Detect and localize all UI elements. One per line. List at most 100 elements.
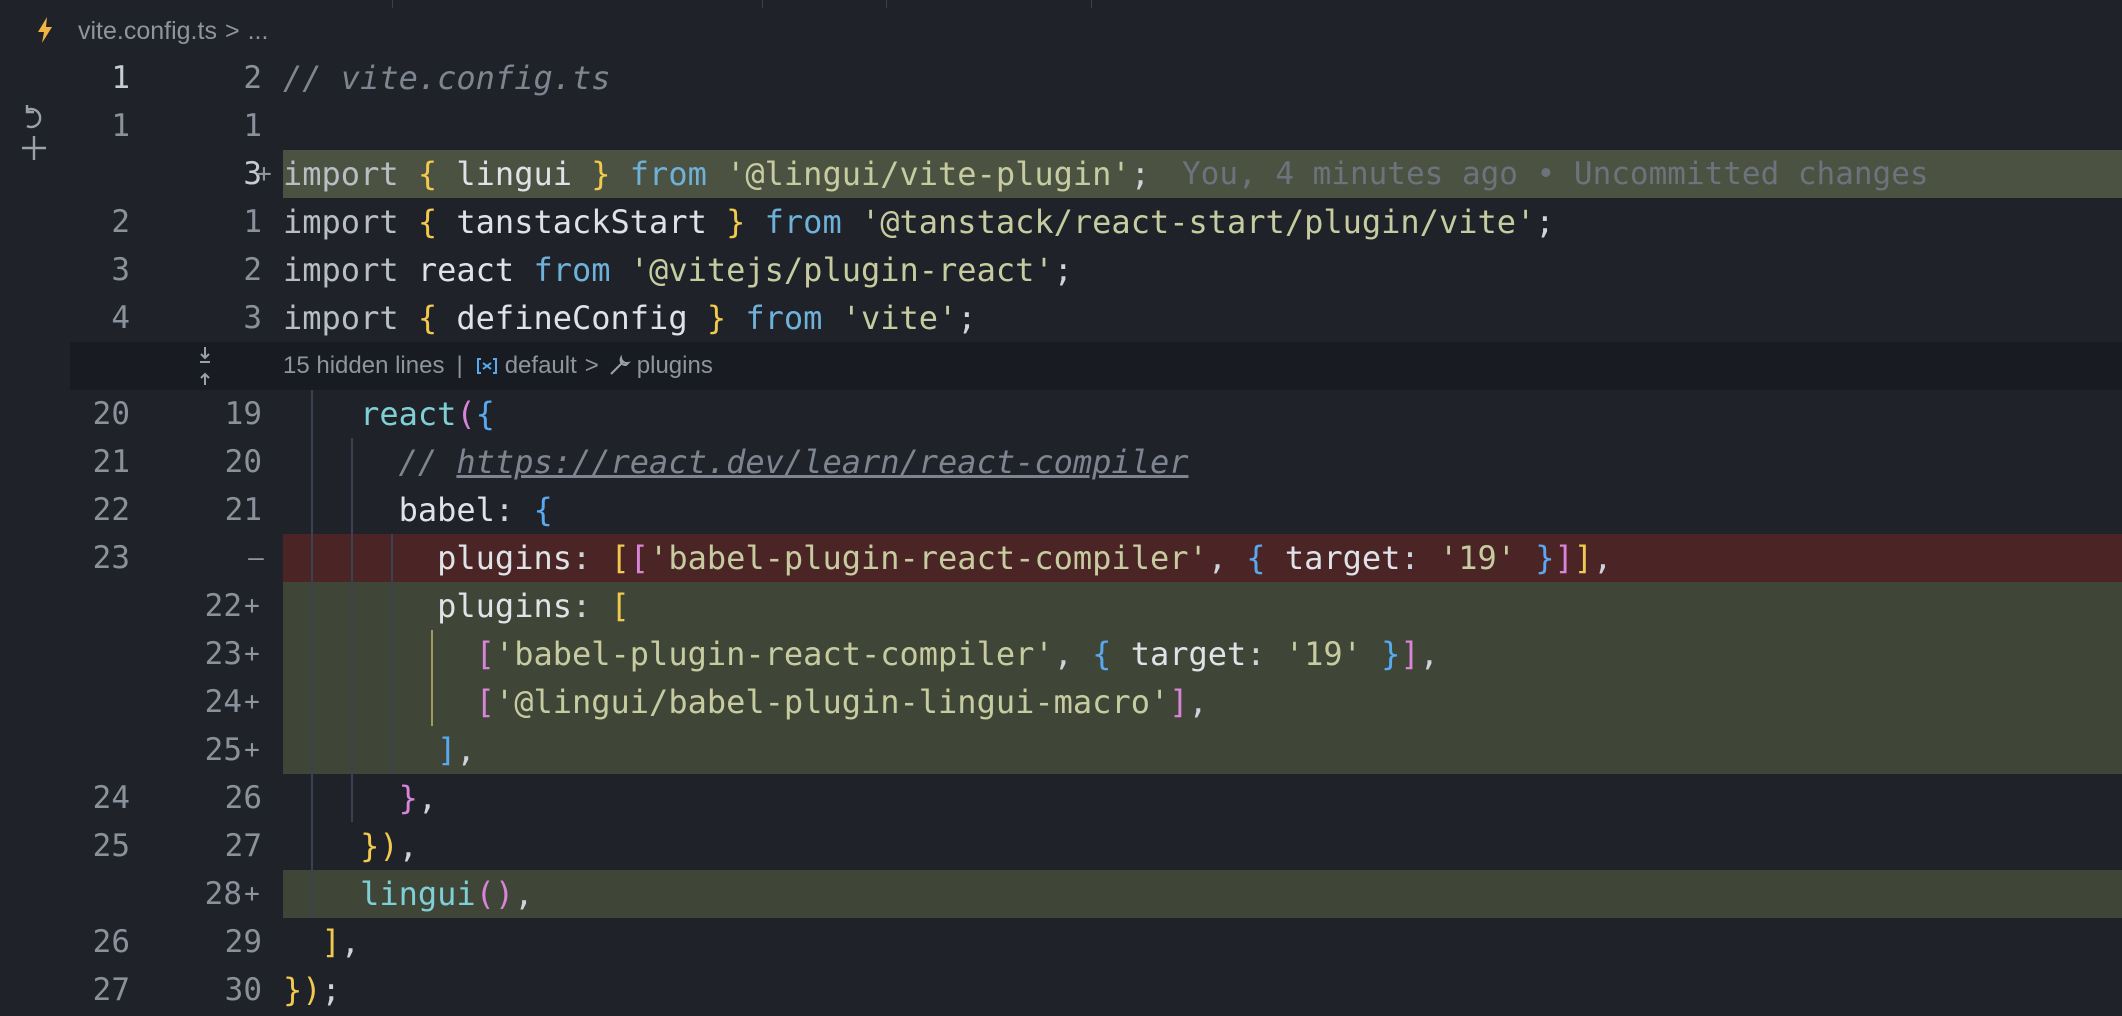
revert-change-icon[interactable]	[18, 102, 50, 134]
old-line-number: 3	[111, 252, 130, 288]
added-marker: +	[244, 591, 260, 621]
chevron-right-icon: >	[224, 16, 240, 45]
diff-marker	[240, 102, 272, 150]
breadcrumb-file[interactable]: vite.config.ts	[78, 17, 217, 46]
tab-divider	[762, 0, 763, 8]
new-line-number: 28	[204, 876, 242, 912]
code-text[interactable]: import { defineConfig } from 'vite';	[283, 294, 977, 342]
tab-divider	[886, 0, 887, 8]
code-text[interactable]: plugins: [	[283, 582, 630, 630]
old-line-number: 23	[92, 540, 130, 576]
added-marker: +	[244, 879, 260, 909]
added-marker: +	[256, 159, 272, 189]
code-line[interactable]: 23 + ['babel-plugin-react-compiler', { ta…	[70, 630, 2122, 678]
removed-marker: —	[248, 543, 264, 573]
expand-hidden-lines-icon[interactable]	[192, 342, 218, 390]
old-line-number: 24	[92, 780, 130, 816]
diff-marker	[240, 486, 272, 534]
hidden-lines-bar[interactable]: 15 hidden lines | default > plugins	[70, 342, 2122, 390]
code-text[interactable]: react({	[283, 390, 495, 438]
code-line[interactable]: 25 27 }),	[70, 822, 2122, 870]
code-text[interactable]: plugins: [['babel-plugin-react-compiler'…	[283, 534, 1612, 582]
code-text[interactable]: babel: {	[283, 486, 553, 534]
new-line-number: 23	[204, 636, 242, 672]
new-line-number: 3	[243, 156, 262, 192]
diff-marker	[240, 54, 272, 102]
tab-divider	[1091, 0, 1092, 8]
old-line-number	[70, 582, 130, 630]
new-line-number: 25	[204, 732, 242, 768]
code-line[interactable]: 22 21 babel: {	[70, 486, 2122, 534]
inline-blame: You, 4 minutes ago • Uncommitted changes	[1182, 156, 1929, 192]
old-line-number	[70, 678, 130, 726]
old-line-number: 20	[92, 396, 130, 432]
code-line[interactable]: 27 30});	[70, 966, 2122, 1014]
tab-strip	[0, 0, 2122, 8]
code-text[interactable]: ],	[283, 918, 361, 966]
old-line-number: 4	[111, 300, 130, 336]
old-line-number: 25	[92, 828, 130, 864]
diff-marker	[240, 390, 272, 438]
code-line[interactable]: 3 2 import react from '@vitejs/plugin-reac…	[70, 246, 2122, 294]
diff-marker	[240, 246, 272, 294]
code-line[interactable]: 24 26 },	[70, 774, 2122, 822]
code-line[interactable]: 4 3 import { defineConfig } from 'vite';	[70, 294, 2122, 342]
code-line[interactable]: 21 20 // https://react.dev/learn/react-co…	[70, 438, 2122, 486]
added-line-highlight	[283, 870, 2122, 918]
code-line[interactable]: 22 + plugins: [	[70, 582, 2122, 630]
old-line-number	[70, 870, 130, 918]
code-line[interactable]: 2 1 import { tanstackStart } from '@tansta…	[70, 198, 2122, 246]
code-line[interactable]: 24 + ['@lingui/babel-plugin-lingui-macro'…	[70, 678, 2122, 726]
old-line-number	[70, 630, 130, 678]
code-line[interactable]: 11	[70, 102, 2122, 150]
new-line-number: 22	[204, 588, 242, 624]
symbol-variable-icon	[475, 356, 499, 376]
old-line-number: 26	[92, 924, 130, 960]
added-marker: +	[244, 687, 260, 717]
scope-default[interactable]: default	[505, 342, 577, 390]
old-line-number: 27	[92, 972, 130, 1008]
diff-marker	[240, 918, 272, 966]
added-line-highlight	[283, 726, 2122, 774]
diff-marker	[240, 198, 272, 246]
chevron-right-icon: >	[584, 352, 599, 379]
code-line[interactable]: 20 19 react({	[70, 390, 2122, 438]
wrench-icon	[607, 354, 631, 378]
diff-marker	[240, 294, 272, 342]
diff-marker	[240, 822, 272, 870]
code-line[interactable]: 25 + ],	[70, 726, 2122, 774]
code-text[interactable]: import { lingui } from '@lingui/vite-plu…	[283, 150, 1150, 198]
add-comment-icon[interactable]	[18, 132, 50, 164]
code-line[interactable]: 28 + lingui(),	[70, 870, 2122, 918]
code-text[interactable]: ['@lingui/babel-plugin-lingui-macro'],	[283, 678, 1208, 726]
divider: |	[456, 352, 463, 379]
code-text[interactable]: import react from '@vitejs/plugin-react'…	[283, 246, 1073, 294]
hidden-lines-label[interactable]: 15 hidden lines	[283, 342, 444, 390]
tab-divider	[392, 0, 393, 8]
code-text[interactable]: import { tanstackStart } from '@tanstack…	[283, 198, 1555, 246]
scope-plugins[interactable]: plugins	[637, 342, 713, 390]
code-line[interactable]: 23 — plugins: [['babel-plugin-react-compi…	[70, 534, 2122, 582]
code-line[interactable]: 26 29 ],	[70, 918, 2122, 966]
code-text[interactable]: },	[283, 774, 438, 822]
code-text[interactable]: ],	[283, 726, 476, 774]
code-text[interactable]: // https://react.dev/learn/react-compile…	[283, 438, 1189, 486]
breadcrumb-ellipsis[interactable]: ...	[248, 17, 269, 46]
old-line-number: 21	[92, 444, 130, 480]
code-text[interactable]: lingui(),	[283, 870, 533, 918]
diff-marker	[240, 438, 272, 486]
old-line-number	[70, 150, 130, 198]
old-line-number: 1	[111, 108, 130, 144]
vite-file-icon	[36, 16, 62, 46]
code-line[interactable]: 3 + import { lingui } from '@lingui/vite-p…	[70, 150, 2122, 198]
old-line-number: 1	[111, 60, 130, 96]
code-text[interactable]: }),	[283, 822, 418, 870]
new-line-number: 24	[204, 684, 242, 720]
code-text[interactable]: });	[283, 966, 341, 1014]
old-line-number: 2	[111, 204, 130, 240]
code-text[interactable]: ['babel-plugin-react-compiler', { target…	[283, 630, 1439, 678]
code-text[interactable]: // vite.config.ts	[283, 54, 611, 102]
code-line[interactable]: 1 2// vite.config.ts	[70, 54, 2122, 102]
old-line-number: 22	[92, 492, 130, 528]
added-marker: +	[244, 735, 260, 765]
